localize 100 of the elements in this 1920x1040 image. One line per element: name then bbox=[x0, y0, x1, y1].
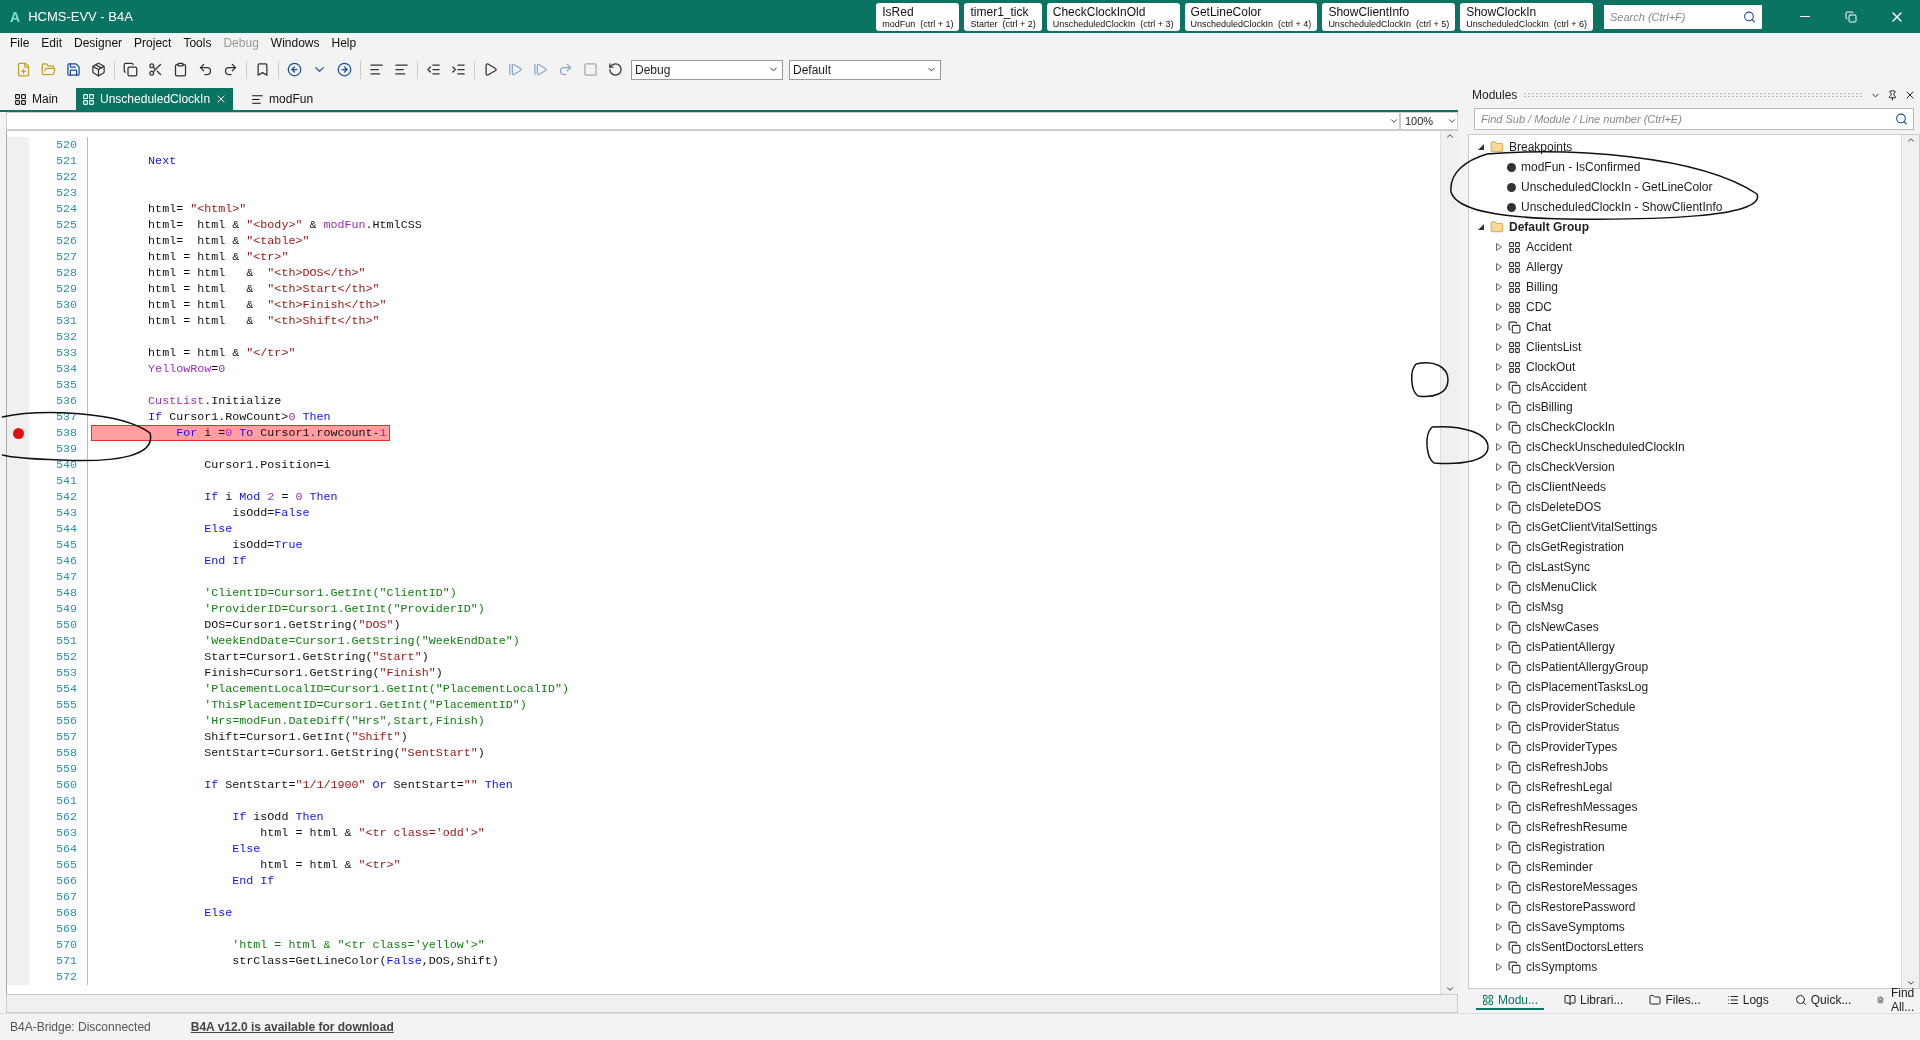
expander-icon[interactable] bbox=[1495, 883, 1503, 891]
zoom-dropdown[interactable]: 100% bbox=[1400, 112, 1458, 130]
build-config-dropdown[interactable]: Debug bbox=[631, 59, 783, 80]
expander-icon[interactable] bbox=[1495, 383, 1503, 391]
expander-icon[interactable] bbox=[1495, 243, 1503, 251]
tree-folder[interactable]: Default Group bbox=[1509, 220, 1589, 234]
expander-icon[interactable] bbox=[1495, 843, 1503, 851]
panel-tab[interactable]: Librari... bbox=[1558, 992, 1630, 1010]
expander-icon[interactable] bbox=[1495, 703, 1503, 711]
menu-item[interactable]: File bbox=[4, 36, 36, 50]
panel-tab[interactable]: Quick... bbox=[1788, 992, 1858, 1010]
expander-icon[interactable] bbox=[1495, 903, 1503, 911]
tree-item[interactable]: Allergy bbox=[1526, 260, 1563, 274]
expander-icon[interactable] bbox=[1495, 503, 1503, 511]
panel-tab[interactable]: Files... bbox=[1643, 992, 1707, 1010]
expander-icon[interactable] bbox=[1495, 543, 1503, 551]
expander-icon[interactable] bbox=[1495, 263, 1503, 271]
package-button[interactable] bbox=[89, 60, 108, 79]
expander-icon[interactable] bbox=[1495, 463, 1503, 471]
expander-icon[interactable] bbox=[1495, 583, 1503, 591]
tree-item[interactable]: clsRefreshResume bbox=[1526, 820, 1628, 834]
expander-icon[interactable] bbox=[1495, 483, 1503, 491]
tree-item[interactable]: clsBilling bbox=[1526, 400, 1573, 414]
module-search-field[interactable]: Find Sub / Module / Line number (Ctrl+E) bbox=[1474, 108, 1914, 130]
tree-folder[interactable]: Breakpoints bbox=[1509, 140, 1573, 154]
quick-jump-button[interactable]: CheckClockInOld UnscheduledClockIn (ctrl + 3) bbox=[1046, 2, 1180, 31]
tree-item[interactable]: clsCheckVersion bbox=[1526, 460, 1615, 474]
build-target-dropdown[interactable]: Default bbox=[789, 59, 941, 80]
expander-icon[interactable] bbox=[1495, 783, 1503, 791]
horizontal-scrollbar[interactable] bbox=[6, 994, 1458, 1013]
tree-item[interactable]: CDC bbox=[1526, 300, 1552, 314]
menu-item[interactable]: Edit bbox=[35, 36, 69, 50]
copy-button[interactable] bbox=[121, 60, 140, 79]
expander-icon[interactable] bbox=[1495, 623, 1503, 631]
expander-icon[interactable] bbox=[1495, 683, 1503, 691]
editor-tab[interactable]: modFun bbox=[245, 88, 320, 110]
menu-item[interactable]: Designer bbox=[68, 36, 129, 50]
tree-item[interactable]: clsMsg bbox=[1526, 600, 1564, 614]
panel-tab[interactable]: Modu... bbox=[1476, 992, 1545, 1010]
tree-item[interactable]: clsGetRegistration bbox=[1526, 540, 1625, 554]
tree-item[interactable]: clsProviderStatus bbox=[1526, 720, 1620, 734]
tree-item[interactable]: clsClientNeeds bbox=[1526, 480, 1607, 494]
tree-item[interactable]: Billing bbox=[1526, 280, 1558, 294]
breakpoint-margin[interactable] bbox=[7, 441, 29, 457]
breakpoint-margin[interactable] bbox=[7, 457, 29, 473]
expander-icon[interactable] bbox=[1495, 723, 1503, 731]
panel-tab[interactable]: Logs bbox=[1720, 992, 1775, 1010]
expander-icon[interactable] bbox=[1477, 223, 1485, 231]
tree-item[interactable]: clsPatientAllergyGroup bbox=[1526, 660, 1649, 674]
expander-icon[interactable] bbox=[1495, 523, 1503, 531]
tree-item[interactable]: clsReminder bbox=[1526, 860, 1593, 874]
tree-item[interactable]: clsRefreshMessages bbox=[1526, 800, 1638, 814]
panel-tab[interactable]: Find All... bbox=[1871, 985, 1920, 1017]
tree-item[interactable]: clsPatientAllergy bbox=[1526, 640, 1615, 654]
expander-icon[interactable] bbox=[1477, 143, 1485, 151]
editor-tab[interactable]: Main bbox=[8, 88, 64, 110]
editor-tab[interactable]: UnscheduledClockIn bbox=[76, 88, 234, 110]
expander-icon[interactable] bbox=[1495, 963, 1503, 971]
tree-item[interactable]: clsGetClientVitalSettings bbox=[1526, 520, 1658, 534]
tree-item[interactable]: clsCheckUnscheduledClockIn bbox=[1526, 440, 1685, 454]
expander-icon[interactable] bbox=[1495, 423, 1503, 431]
save-button[interactable] bbox=[64, 60, 83, 79]
tree-item[interactable]: clsRegistration bbox=[1526, 840, 1605, 854]
tree-item[interactable]: clsRefreshLegal bbox=[1526, 780, 1613, 794]
quick-jump-button[interactable]: timer1_tick Starter (ctrl + 2) bbox=[964, 2, 1042, 31]
tree-item[interactable]: clsMenuClick bbox=[1526, 580, 1597, 594]
tree-item[interactable]: clsNewCases bbox=[1526, 620, 1599, 634]
back-button[interactable] bbox=[285, 60, 304, 79]
expander-icon[interactable] bbox=[1495, 283, 1503, 291]
expander-icon[interactable] bbox=[1495, 803, 1503, 811]
expander-icon[interactable] bbox=[1495, 563, 1503, 571]
expander-icon[interactable] bbox=[1495, 943, 1503, 951]
quick-jump-button[interactable]: IsRed modFun (ctrl + 1) bbox=[876, 2, 960, 31]
tree-item[interactable]: clsProviderSchedule bbox=[1526, 700, 1636, 714]
expander-icon[interactable] bbox=[1495, 863, 1503, 871]
restart-button[interactable] bbox=[606, 60, 625, 79]
expander-icon[interactable] bbox=[1495, 823, 1503, 831]
tree-item[interactable]: clsSymptoms bbox=[1526, 960, 1598, 974]
tree-item[interactable]: clsRefreshJobs bbox=[1526, 760, 1609, 774]
expander-icon[interactable] bbox=[1495, 403, 1503, 411]
tree-item[interactable]: ClientsList bbox=[1526, 340, 1582, 354]
breakpoint-item[interactable]: UnscheduledClockIn - GetLineColor bbox=[1521, 180, 1713, 194]
expander-icon[interactable] bbox=[1495, 643, 1503, 651]
search-field[interactable]: Search (Ctrl+F) bbox=[1604, 4, 1762, 29]
tree-item[interactable]: clsRestorePassword bbox=[1526, 900, 1636, 914]
menu-item[interactable]: Tools bbox=[177, 36, 218, 50]
update-link[interactable]: B4A v12.0 is available for download bbox=[190, 1020, 394, 1034]
expander-icon[interactable] bbox=[1495, 363, 1503, 371]
tree-item[interactable]: ClockOut bbox=[1526, 360, 1576, 374]
tree-item[interactable]: clsRestoreMessages bbox=[1526, 880, 1638, 894]
tree-item[interactable]: clsDeleteDOS bbox=[1526, 500, 1602, 514]
pin-icon[interactable] bbox=[1887, 89, 1898, 101]
expander-icon[interactable] bbox=[1495, 443, 1503, 451]
quick-jump-button[interactable]: ShowClientInfo UnscheduledClockIn (ctrl + 5) bbox=[1322, 2, 1456, 31]
expander-icon[interactable] bbox=[1495, 763, 1503, 771]
quick-jump-button[interactable]: ShowClockIn UnscheduledClockIn (ctrl + 6) bbox=[1460, 2, 1593, 31]
tree-item[interactable]: clsSentDoctorsLetters bbox=[1526, 940, 1644, 954]
expander-icon[interactable] bbox=[1495, 343, 1503, 351]
breakpoint-item[interactable]: modFun - IsConfirmed bbox=[1521, 160, 1641, 174]
quick-jump-button[interactable]: GetLineColor UnscheduledClockIn (ctrl + 4) bbox=[1184, 2, 1318, 31]
